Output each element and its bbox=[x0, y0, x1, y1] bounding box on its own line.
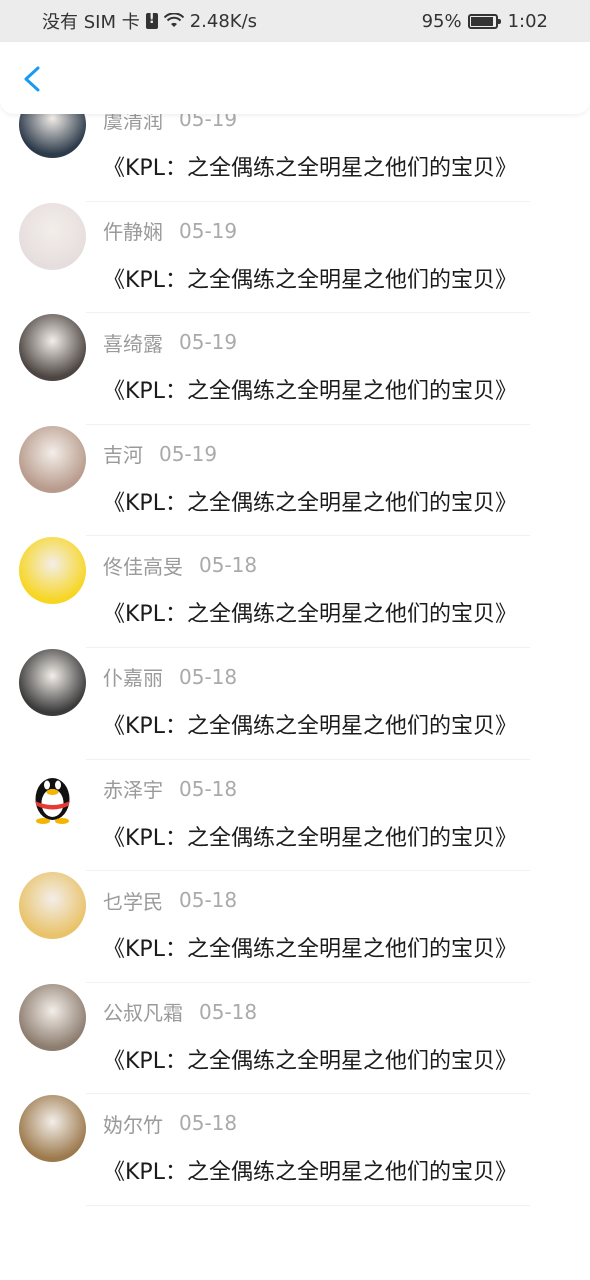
back-button[interactable] bbox=[16, 62, 50, 96]
date: 05-19 bbox=[159, 441, 218, 466]
qq-penguin-icon bbox=[35, 777, 70, 824]
battery-percent: 95% bbox=[421, 10, 462, 32]
comment-list[interactable]: 虞清润 05-19 《KPL：之全偶练之全明星之他们的宝贝》 仵静娴 05-19 《KPL… bbox=[0, 60, 590, 1280]
name-row: 吉河 05-19 bbox=[103, 440, 217, 468]
clock: 1:02 bbox=[507, 10, 548, 32]
username[interactable]: 佟佳高旻 bbox=[103, 551, 183, 580]
username[interactable]: 吉河 bbox=[103, 439, 143, 468]
name-row: 仆嘉丽 05-18 bbox=[103, 663, 237, 691]
list-item[interactable]: 喜绮露 05-19 《KPL：之全偶练之全明星之他们的宝贝》 bbox=[0, 283, 590, 425]
avatar[interactable] bbox=[19, 314, 86, 382]
date: 05-19 bbox=[179, 218, 238, 243]
name-row: 仵静娴 05-19 bbox=[103, 217, 237, 245]
divider bbox=[86, 1204, 530, 1206]
avatar[interactable] bbox=[19, 648, 86, 716]
avatar[interactable] bbox=[19, 1095, 86, 1163]
date: 05-18 bbox=[199, 999, 258, 1024]
comment-text[interactable]: 《KPL：之全偶练之全明星之他们的宝贝》 bbox=[103, 1154, 563, 1186]
name-row: 妫尔竹 05-18 bbox=[103, 1109, 237, 1137]
avatar[interactable] bbox=[19, 760, 86, 828]
avatar[interactable] bbox=[19, 983, 86, 1051]
username[interactable]: 妫尔竹 bbox=[103, 1109, 163, 1138]
avatar[interactable] bbox=[19, 872, 86, 940]
list-item[interactable]: 公叔凡霜 05-18 《KPL：之全偶练之全明星之他们的宝贝》 bbox=[0, 953, 590, 1095]
date: 05-18 bbox=[179, 888, 238, 913]
username[interactable]: 仵静娴 bbox=[103, 216, 163, 245]
date: 05-18 bbox=[179, 776, 238, 801]
list-item[interactable]: 赤泽宇 05-18 《KPL：之全偶练之全明星之他们的宝贝》 bbox=[0, 730, 590, 872]
list-item[interactable]: 佟佳高旻 05-18 《KPL：之全偶练之全明星之他们的宝贝》 bbox=[0, 506, 590, 648]
username[interactable]: 仆嘉丽 bbox=[103, 662, 163, 691]
list-item[interactable]: 乜学民 05-18 《KPL：之全偶练之全明星之他们的宝贝》 bbox=[0, 841, 590, 983]
status-bar: 没有 SIM 卡 2.48K/s 95% 1:02 bbox=[0, 0, 590, 42]
list-item[interactable]: 吉河 05-19 《KPL：之全偶练之全明星之他们的宝贝》 bbox=[0, 395, 590, 537]
nav-bar bbox=[0, 42, 590, 114]
date: 05-18 bbox=[199, 553, 258, 578]
username[interactable]: 公叔凡霜 bbox=[103, 997, 183, 1026]
chevron-left-icon bbox=[24, 66, 40, 92]
name-row: 公叔凡霜 05-18 bbox=[103, 998, 257, 1026]
date: 05-18 bbox=[179, 664, 238, 689]
avatar[interactable] bbox=[19, 425, 86, 493]
date: 05-18 bbox=[179, 1111, 238, 1136]
avatar[interactable] bbox=[19, 202, 86, 270]
name-row: 喜绮露 05-19 bbox=[103, 328, 237, 356]
username[interactable]: 喜绮露 bbox=[103, 328, 163, 357]
username[interactable]: 赤泽宇 bbox=[103, 774, 163, 803]
name-row: 赤泽宇 05-18 bbox=[103, 775, 237, 803]
no-sim-icon bbox=[145, 12, 158, 29]
username[interactable]: 乜学民 bbox=[103, 886, 163, 915]
name-row: 佟佳高旻 05-18 bbox=[103, 551, 257, 579]
list-item[interactable]: 妫尔竹 05-18 《KPL：之全偶练之全明星之他们的宝贝》 bbox=[0, 1064, 590, 1206]
date: 05-19 bbox=[179, 330, 238, 355]
carrier-text: 没有 SIM 卡 bbox=[42, 12, 140, 33]
list-item[interactable]: 仆嘉丽 05-18 《KPL：之全偶练之全明星之他们的宝贝》 bbox=[0, 618, 590, 760]
net-speed: 2.48K/s bbox=[189, 10, 258, 32]
avatar[interactable] bbox=[19, 537, 86, 605]
name-row: 乜学民 05-18 bbox=[103, 886, 237, 914]
list-item[interactable]: 仵静娴 05-19 《KPL：之全偶练之全明星之他们的宝贝》 bbox=[0, 172, 590, 314]
battery-icon bbox=[467, 13, 501, 29]
wifi-icon bbox=[163, 12, 184, 29]
